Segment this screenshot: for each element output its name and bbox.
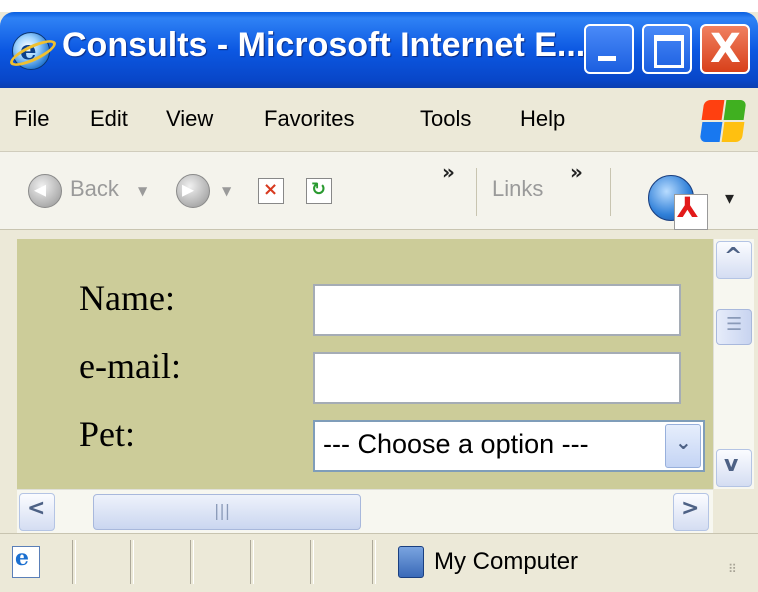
page-content: Name: e-mail: Pet: --- Choose a option -… — [17, 239, 713, 489]
ie-icon[interactable]: e — [12, 32, 50, 70]
scroll-down-button[interactable]: v — [716, 449, 752, 487]
toolbar-overflow-chevron-icon[interactable]: » — [442, 160, 455, 184]
title-bar[interactable]: e Consults - Microsoft Internet E... X — [0, 12, 758, 88]
standard-toolbar: ◂ Back ▼ ▸ ▼ × ↻ » Links » — [0, 152, 758, 230]
refresh-icon[interactable]: ↻ — [306, 178, 332, 204]
forward-arrow-icon[interactable]: ▸ — [176, 174, 210, 208]
scroll-right-button[interactable]: > — [673, 493, 709, 531]
menu-view[interactable]: View — [166, 106, 213, 132]
toolbar-separator — [476, 168, 477, 216]
window-title: Consults - Microsoft Internet E... — [62, 26, 586, 64]
browser-window: e Consults - Microsoft Internet E... X F… — [0, 12, 758, 592]
email-input[interactable] — [313, 352, 681, 404]
status-bar: e My Computer ⠿ — [0, 533, 758, 592]
links-label[interactable]: Links — [492, 176, 543, 202]
scroll-up-button[interactable]: ^ — [716, 241, 752, 279]
menu-edit[interactable]: Edit — [90, 106, 128, 132]
scrollbar-corner — [713, 489, 753, 533]
windows-flag-icon — [699, 98, 747, 142]
status-divider — [310, 540, 314, 584]
menu-file[interactable]: File — [14, 106, 49, 132]
status-divider — [190, 540, 194, 584]
scroll-left-button[interactable]: < — [19, 493, 55, 531]
chevron-down-icon[interactable]: ⌄ — [665, 424, 701, 468]
maximize-button[interactable] — [642, 24, 692, 74]
status-divider — [72, 540, 76, 584]
horizontal-scrollbar[interactable]: < ||| > — [17, 489, 713, 534]
menu-tools[interactable]: Tools — [420, 106, 471, 132]
status-divider — [250, 540, 254, 584]
pet-select-value: --- Choose a option --- — [323, 429, 589, 459]
pet-label: Pet: — [79, 414, 136, 454]
my-computer-icon — [398, 546, 424, 578]
menu-favorites[interactable]: Favorites — [264, 106, 354, 132]
close-button[interactable]: X — [700, 24, 750, 74]
vertical-scroll-thumb[interactable]: ☰ — [716, 309, 752, 345]
forward-dropdown-icon[interactable]: ▼ — [222, 184, 231, 198]
vertical-scrollbar[interactable]: ^ ☰ v — [713, 239, 754, 489]
pet-select[interactable]: --- Choose a option --- ⌄ — [313, 420, 705, 472]
links-chevron-icon[interactable]: » — [570, 160, 583, 184]
close-icon: X — [710, 26, 741, 72]
pdf-doc-icon[interactable]: ⅄ — [674, 191, 708, 230]
extension-dropdown-icon[interactable]: ▾ — [725, 188, 734, 209]
menu-help[interactable]: Help — [520, 106, 565, 132]
back-dropdown-icon[interactable]: ▼ — [138, 184, 147, 198]
resize-grip-icon[interactable]: ⠿ — [728, 562, 737, 576]
stop-icon[interactable]: × — [258, 178, 284, 204]
minimize-button[interactable] — [584, 24, 634, 74]
horizontal-scroll-thumb[interactable]: ||| — [93, 494, 361, 530]
toolbar-separator — [610, 168, 611, 216]
name-input[interactable] — [313, 284, 681, 336]
status-divider — [372, 540, 376, 584]
back-arrow-icon[interactable]: ◂ — [28, 174, 62, 208]
back-button-label[interactable]: Back — [70, 176, 119, 202]
security-zone-label: My Computer — [434, 548, 579, 575]
name-label: Name: — [79, 278, 175, 318]
email-label: e-mail: — [79, 346, 181, 386]
status-divider — [130, 540, 134, 584]
ie-page-icon: e — [12, 545, 40, 578]
menu-bar: File Edit View Favorites Tools Help — [0, 88, 758, 152]
